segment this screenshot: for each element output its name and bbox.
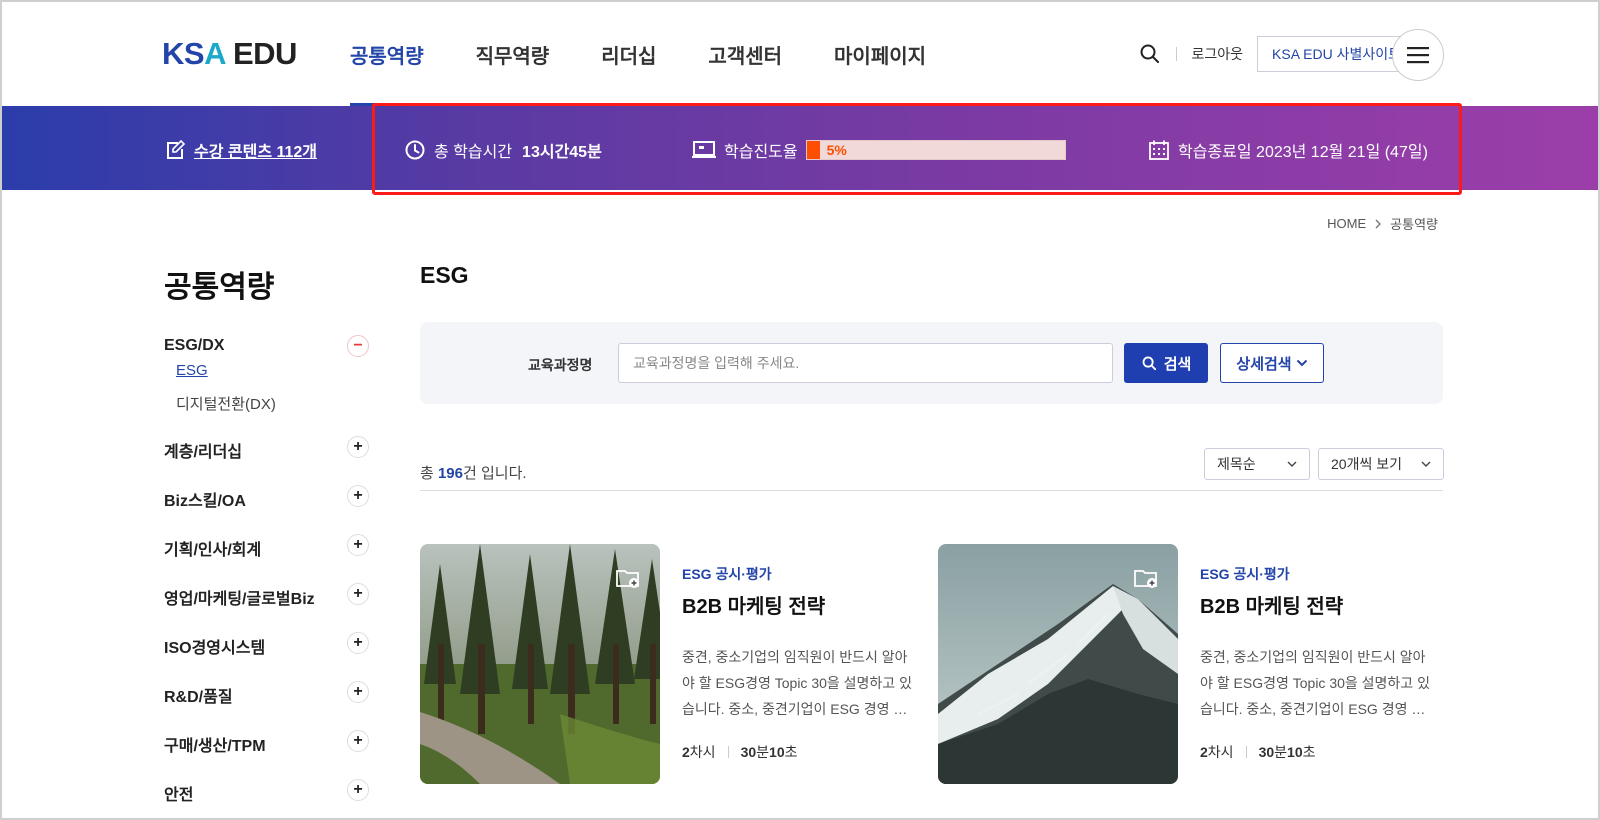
nav-common-competency[interactable]: 공통역량: [350, 40, 424, 106]
expand-icon[interactable]: +: [347, 730, 369, 752]
search-button[interactable]: 검색: [1124, 343, 1208, 383]
divider: [727, 746, 729, 758]
sidebar-item-purchase[interactable]: 구매/생산/TPM +: [164, 730, 369, 781]
add-to-folder-icon[interactable]: [1132, 564, 1160, 592]
search-input[interactable]: [618, 343, 1113, 383]
detail-search-button[interactable]: 상세검색: [1220, 343, 1324, 383]
course-category: ESG 공시·평가: [682, 566, 772, 582]
expand-icon[interactable]: +: [347, 681, 369, 703]
contents-count[interactable]: 수강 콘텐츠 112개: [164, 138, 317, 162]
course-card[interactable]: ESG 공시·평가 B2B 마케팅 전략 중견, 중소기업의 임직원이 반드시 …: [938, 544, 1443, 784]
study-end-date: 학습종료일 2023년 12월 21일 (47일): [1148, 138, 1428, 162]
monitor-icon: [692, 141, 716, 158]
nav-leadership[interactable]: 리더십: [601, 40, 656, 106]
search-icon: [1142, 356, 1156, 370]
course-description: 중견, 중소기업의 임직원이 반드시 알아야 할 ESG경영 Topic 30을…: [1200, 649, 1430, 717]
course-meta: 2 차시 30 분 10 초: [1200, 744, 1316, 760]
hamburger-icon: [1407, 47, 1429, 64]
page-frame: KSA EDU 공통역량 직무역량 리더십 고객센터 마이페이지 로그아웃 KS…: [0, 0, 1600, 820]
chevron-down-icon: [1296, 359, 1307, 367]
add-to-folder-icon[interactable]: [614, 564, 642, 592]
expand-icon[interactable]: +: [347, 632, 369, 654]
breadcrumb-home[interactable]: HOME: [1327, 216, 1366, 231]
sidebar-item-leadership[interactable]: 계층/리더십 +: [164, 436, 369, 487]
sidebar-subitem-dx[interactable]: 디지털전환(DX): [176, 393, 369, 424]
expand-icon[interactable]: +: [347, 779, 369, 801]
sidebar-item-safety[interactable]: 안전 +: [164, 779, 369, 818]
result-count: 총 196건 입니다.: [420, 465, 527, 482]
chevron-right-icon: [1375, 219, 1382, 228]
course-thumbnail-mountain[interactable]: [938, 544, 1178, 784]
header: KSA EDU 공통역량 직무역량 리더십 고객센터 마이페이지 로그아웃 KS…: [2, 2, 1598, 106]
nav-mypage[interactable]: 마이페이지: [834, 40, 926, 106]
calendar-icon: [1149, 140, 1169, 160]
header-utilities: 로그아웃 KSA EDU 사별사이트: [1138, 32, 1416, 76]
expand-icon[interactable]: +: [347, 534, 369, 556]
search-label: 교육과정명: [528, 357, 593, 373]
sidebar-item-sales[interactable]: 영업/마케팅/글로벌Biz +: [164, 583, 369, 634]
course-card[interactable]: ESG 공시·평가 B2B 마케팅 전략 중견, 중소기업의 임직원이 반드시 …: [420, 544, 925, 784]
learning-status-banner: 수강 콘텐츠 112개 총 학습시간 13시간45분 학습진도율 5% 학습종료…: [2, 106, 1598, 190]
edit-icon: [167, 139, 186, 159]
breadcrumb: HOME 공통역량: [1327, 214, 1438, 233]
expand-icon[interactable]: +: [347, 485, 369, 507]
collapse-icon[interactable]: −: [347, 335, 369, 357]
divider: [1176, 47, 1178, 61]
logout-link[interactable]: 로그아웃: [1191, 44, 1243, 64]
course-title[interactable]: B2B 마케팅 전략: [1200, 590, 1343, 619]
sidebar-item-rnd[interactable]: R&D/품질 +: [164, 681, 369, 732]
course-category: ESG 공시·평가: [1200, 566, 1290, 582]
nav-job-competency[interactable]: 직무역량: [476, 40, 550, 106]
divider: [420, 490, 1443, 491]
expand-icon[interactable]: +: [347, 436, 369, 458]
sidebar-item-planning[interactable]: 기획/인사/회계 +: [164, 534, 369, 585]
logo[interactable]: KSA EDU: [162, 36, 297, 72]
search-icon[interactable]: [1138, 42, 1162, 66]
page-title: ESG: [420, 262, 469, 288]
nav-customer-center[interactable]: 고객센터: [708, 40, 782, 106]
sidebar-title: 공통역량: [164, 271, 275, 304]
sidebar-item-iso[interactable]: ISO경영시스템 +: [164, 632, 369, 683]
course-thumbnail-forest[interactable]: [420, 544, 660, 784]
chevron-down-icon: [1421, 461, 1431, 467]
course-description: 중견, 중소기업의 임직원이 반드시 알아야 할 ESG경영 Topic 30을…: [682, 649, 912, 717]
divider: [1245, 746, 1247, 758]
progress-bar: 5%: [805, 140, 1066, 160]
breadcrumb-current: 공통역량: [1390, 217, 1438, 232]
sidebar-menu: ESG/DX − ESG 디지털전환(DX) 계층/리더십 + Biz스킬/OA +…: [164, 335, 369, 818]
clock-icon: [405, 140, 425, 160]
hamburger-menu-button[interactable]: [1392, 29, 1444, 81]
total-study-time: 총 학습시간 13시간45분: [404, 138, 602, 162]
expand-icon[interactable]: +: [347, 583, 369, 605]
course-meta: 2 차시 30 분 10 초: [682, 744, 798, 760]
sidebar-item-esg-dx[interactable]: ESG/DX −: [164, 335, 369, 386]
main-nav: 공통역량 직무역량 리더십 고객센터 마이페이지: [350, 40, 978, 106]
sort-select[interactable]: 제목순: [1204, 448, 1310, 480]
course-title[interactable]: B2B 마케팅 전략: [682, 590, 825, 619]
page-size-select[interactable]: 20개씩 보기: [1318, 448, 1444, 480]
progress-fill: [806, 141, 820, 159]
search-panel: 교육과정명 검색 상세검색: [420, 322, 1443, 404]
chevron-down-icon: [1287, 461, 1297, 467]
study-progress: 학습진도율 5%: [692, 138, 1066, 162]
sidebar-item-biz-skill[interactable]: Biz스킬/OA +: [164, 485, 369, 536]
